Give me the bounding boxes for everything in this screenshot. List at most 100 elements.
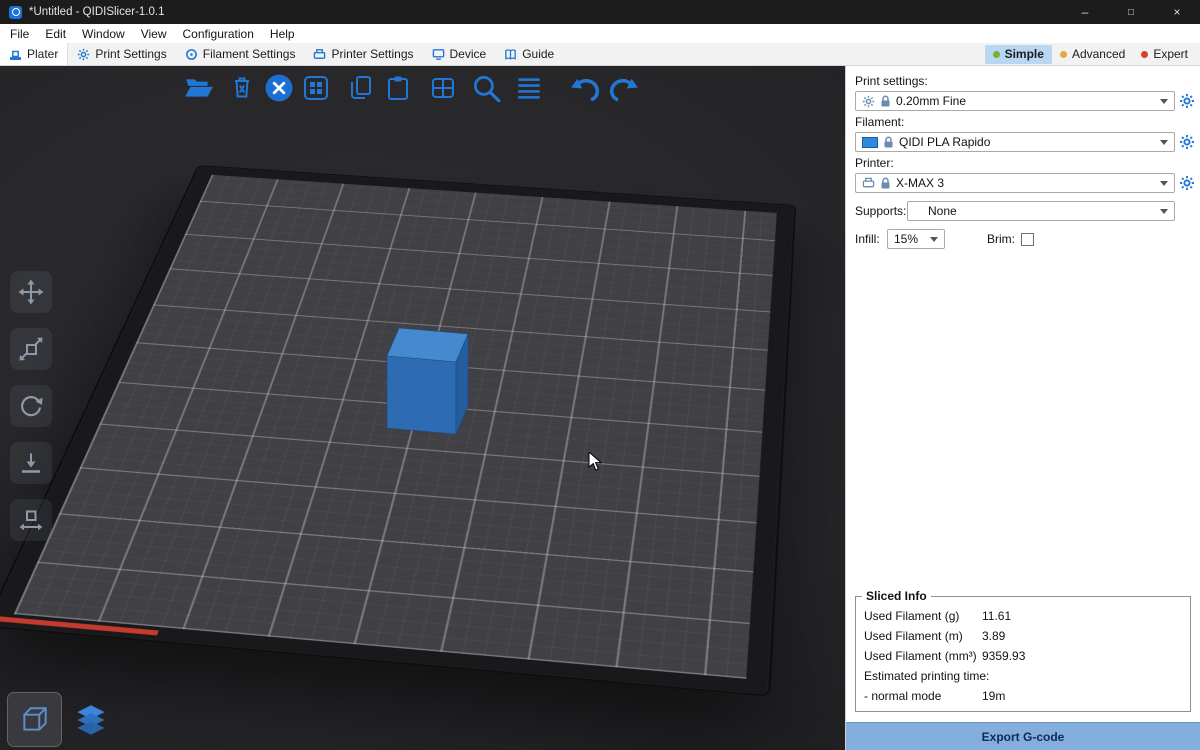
view-toggles <box>8 693 117 746</box>
delete-icon[interactable] <box>225 70 259 106</box>
sliced-info-row: Used Filament (g) 11.61 <box>864 609 1182 623</box>
menu-help[interactable]: Help <box>262 26 303 42</box>
chevron-down-icon <box>1160 99 1168 104</box>
sliced-info-panel: Sliced Info Used Filament (g) 11.61 Used… <box>855 596 1191 712</box>
paste-icon[interactable] <box>381 70 415 106</box>
edit-filament-icon[interactable] <box>1179 134 1195 150</box>
split-objects-icon[interactable] <box>426 70 460 106</box>
tab-filament-settings[interactable]: Filament Settings <box>176 43 305 65</box>
delete-all-icon[interactable] <box>262 70 296 106</box>
used-filament-m-label: Used Filament (m) <box>864 629 982 643</box>
menu-configuration[interactable]: Configuration <box>175 26 262 42</box>
search-icon[interactable] <box>469 70 503 106</box>
printer-value: X-MAX 3 <box>896 176 944 190</box>
print-settings-select[interactable]: 0.20mm Fine <box>855 91 1175 111</box>
printer-icon <box>862 177 875 189</box>
printer-select[interactable]: X-MAX 3 <box>855 173 1175 193</box>
menu-edit[interactable]: Edit <box>37 26 74 42</box>
guide-icon <box>504 48 517 61</box>
edit-print-settings-icon[interactable] <box>1179 93 1195 109</box>
move-icon[interactable] <box>10 271 52 313</box>
lock-icon <box>883 136 894 149</box>
print-settings-label: Print settings: <box>855 74 1195 88</box>
brim-label: Brim: <box>987 232 1015 246</box>
tab-guide-label: Guide <box>522 47 554 61</box>
brim-checkbox[interactable] <box>1021 233 1034 246</box>
used-filament-mm3-label: Used Filament (mm³) <box>864 649 982 663</box>
mode-simple[interactable]: Simple <box>985 45 1052 64</box>
plater-icon <box>9 48 22 61</box>
rotate-icon[interactable] <box>10 385 52 427</box>
mode-switcher: Simple Advanced Expert <box>985 43 1200 65</box>
tab-device-label: Device <box>450 47 487 61</box>
menu-file[interactable]: File <box>2 26 37 42</box>
menu-window[interactable]: Window <box>74 26 133 42</box>
tab-print-settings[interactable]: Print Settings <box>68 43 175 65</box>
filament-icon <box>185 48 198 61</box>
export-gcode-button[interactable]: Export G-code <box>846 722 1200 750</box>
infill-select[interactable]: 15% <box>887 229 945 249</box>
minimize-button[interactable]: – <box>1062 0 1108 24</box>
supports-value: None <box>928 204 957 218</box>
printer-icon <box>313 48 326 61</box>
sliced-info-row: - normal mode 19m <box>864 689 1182 703</box>
tab-bar: Plater Print Settings Filament Settings … <box>0 43 1200 66</box>
filament-select[interactable]: QIDI PLA Rapido <box>855 132 1175 152</box>
normal-mode-value: 19m <box>982 689 1005 703</box>
settings-sidebar: Print settings: 0.20mm Fine Filament: QI… <box>845 66 1200 750</box>
menu-view[interactable]: View <box>133 26 175 42</box>
expert-mode-dot-icon <box>1141 51 1148 58</box>
tab-device[interactable]: Device <box>423 43 496 65</box>
open-project-icon[interactable] <box>182 70 216 106</box>
mode-simple-label: Simple <box>1005 47 1044 61</box>
tab-plater[interactable]: Plater <box>0 43 68 65</box>
chevron-down-icon <box>1160 140 1168 145</box>
filament-color-swatch <box>862 137 878 148</box>
sliced-info-row: Used Filament (mm³) 9359.93 <box>864 649 1182 663</box>
tab-filament-settings-label: Filament Settings <box>203 47 296 61</box>
copy-icon[interactable] <box>344 70 378 106</box>
app-logo-icon <box>9 6 22 19</box>
variable-layer-height-icon[interactable] <box>512 70 546 106</box>
mode-expert[interactable]: Expert <box>1133 45 1196 64</box>
viewport-3d[interactable] <box>0 66 845 750</box>
tab-guide[interactable]: Guide <box>495 43 563 65</box>
close-button[interactable]: × <box>1154 0 1200 24</box>
menu-bar: File Edit Window View Configuration Help <box>0 24 1200 43</box>
sliced-info-row: Used Filament (m) 3.89 <box>864 629 1182 643</box>
estimated-time-label: Estimated printing time: <box>864 669 989 683</box>
device-icon <box>432 48 445 61</box>
advanced-mode-dot-icon <box>1060 51 1067 58</box>
used-filament-g-label: Used Filament (g) <box>864 609 982 623</box>
infill-value: 15% <box>894 232 918 246</box>
x-axis-indicator <box>0 616 159 636</box>
mode-expert-label: Expert <box>1153 47 1188 61</box>
window-title: *Untitled - QIDISlicer-1.0.1 <box>29 6 165 18</box>
print-bed <box>0 166 793 694</box>
chevron-down-icon <box>1160 181 1168 186</box>
preview-view-icon[interactable] <box>64 693 117 746</box>
gear-icon <box>862 95 875 108</box>
supports-select[interactable]: None <box>907 201 1175 221</box>
editor-view-icon[interactable] <box>8 693 61 746</box>
filament-label: Filament: <box>855 115 1195 129</box>
viewport-toolbar <box>182 70 643 106</box>
supports-label: Supports: <box>855 204 907 218</box>
maximize-button[interactable]: □ <box>1108 0 1154 24</box>
simple-mode-dot-icon <box>993 51 1000 58</box>
mode-advanced[interactable]: Advanced <box>1052 45 1133 64</box>
arrange-icon[interactable] <box>299 70 333 106</box>
lock-icon <box>880 95 891 108</box>
edit-printer-icon[interactable] <box>1179 175 1195 191</box>
normal-mode-label: - normal mode <box>864 689 982 703</box>
xy-distance-icon[interactable] <box>10 499 52 541</box>
lock-icon <box>880 177 891 190</box>
tab-printer-settings[interactable]: Printer Settings <box>304 43 422 65</box>
place-on-face-icon[interactable] <box>10 442 52 484</box>
scale-icon[interactable] <box>10 328 52 370</box>
undo-icon[interactable] <box>569 70 603 106</box>
sliced-info-title: Sliced Info <box>862 589 931 603</box>
chevron-down-icon <box>930 237 938 242</box>
redo-icon[interactable] <box>606 70 640 106</box>
mouse-cursor <box>588 452 602 472</box>
